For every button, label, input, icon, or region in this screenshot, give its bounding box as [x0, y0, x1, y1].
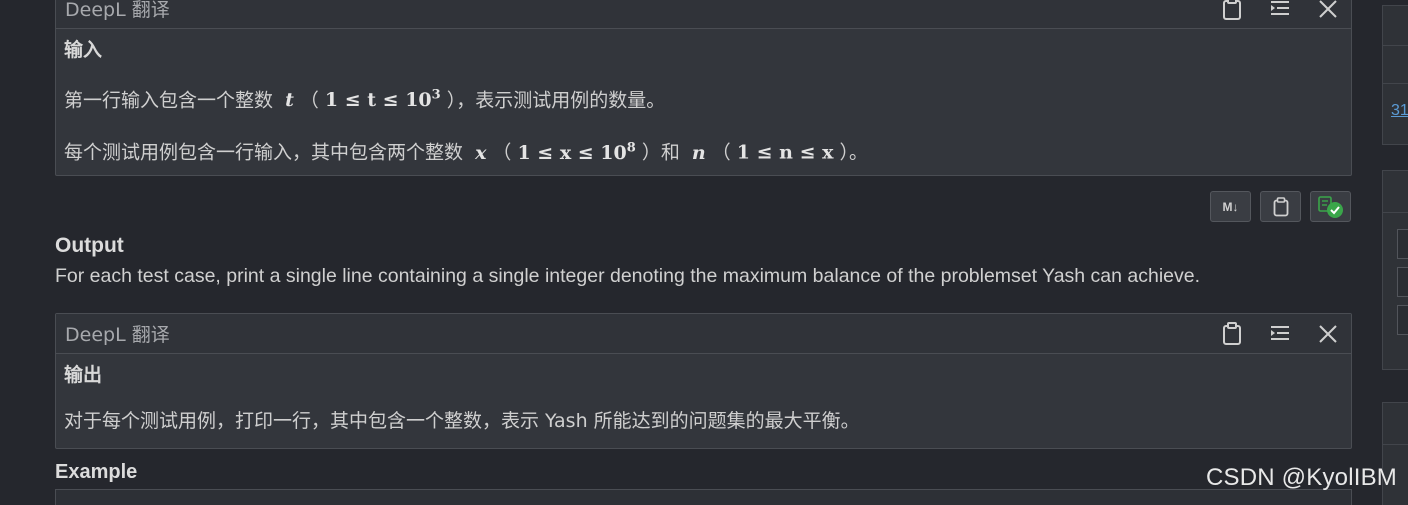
panel-header: DeepL 翻译 [56, 314, 1351, 354]
example-box [55, 489, 1352, 505]
panel-actions [1219, 0, 1341, 22]
math-var: t [285, 89, 294, 112]
input-line-2: 每个测试用例包含一行输入，其中包含两个整数 x （ 1 ≤ x ≤ 108 ）和 … [64, 136, 1343, 164]
text: ），表示测试用例的数量。 [446, 89, 666, 112]
text: ）和 [641, 141, 680, 164]
panel-title: DeepL 翻译 [65, 0, 170, 21]
markdown-label: M↓ [1222, 199, 1239, 214]
input-heading: 输入 [64, 39, 103, 61]
deepl-translation-panel-input: DeepL 翻译 输入 第一行输入包含一个整数 t （ 1 ≤ t ≤ 103 ）… [55, 0, 1352, 176]
paren: （ [299, 89, 319, 112]
panel-body: 输出 对于每个测试用例，打印一行，其中包含一个整数，表示 Yash 所能达到的问… [56, 354, 1351, 441]
math-var: x [475, 141, 487, 164]
output-description: For each test case, print a single line … [55, 265, 1201, 287]
sidebar-card-2 [1382, 170, 1408, 370]
page: DeepL 翻译 输入 第一行输入包含一个整数 t （ 1 ≤ t ≤ 103 ）… [0, 0, 1408, 505]
sidebar-card-1: 31 [1382, 5, 1408, 145]
close-icon[interactable] [1315, 321, 1341, 347]
math-condition: 1 ≤ n ≤ x [736, 141, 834, 164]
text: 第一行输入包含一个整数 [64, 89, 274, 112]
math-sup: 8 [626, 140, 636, 156]
text: ）。 [839, 141, 869, 164]
panel-body: 输入 第一行输入包含一个整数 t （ 1 ≤ t ≤ 103 ），表示测试用例的数… [56, 29, 1351, 173]
math-cond-text: 1 ≤ x ≤ 10 [517, 141, 627, 164]
math-cond-text: 1 ≤ t ≤ 10 [324, 89, 432, 112]
translated-button[interactable] [1310, 191, 1351, 222]
output-heading: Output [55, 234, 124, 257]
paren: （ [711, 141, 731, 164]
output-translation-text: 对于每个测试用例，打印一行，其中包含一个整数，表示 Yash 所能达到的问题集的… [64, 410, 860, 432]
watermark: CSDN @KyolIBM [1206, 464, 1397, 491]
sidebar-field[interactable] [1397, 229, 1408, 259]
paren: （ [492, 141, 512, 164]
input-line-1: 第一行输入包含一个整数 t （ 1 ≤ t ≤ 103 ），表示测试用例的数量。 [64, 84, 1343, 112]
copy-button[interactable] [1260, 191, 1301, 222]
sidebar-card-row [1383, 46, 1408, 84]
sidebar-field[interactable] [1397, 305, 1408, 335]
copy-icon [1273, 196, 1288, 216]
sidebar-card-header [1383, 6, 1408, 46]
markdown-button[interactable]: M↓ [1210, 191, 1251, 222]
panel-actions [1219, 321, 1341, 347]
math-condition: 1 ≤ x ≤ 108 [517, 140, 636, 164]
sidebar-card-header [1383, 171, 1408, 213]
translate-check-icon [1317, 195, 1343, 218]
close-icon[interactable] [1315, 0, 1341, 22]
copy-icon[interactable] [1219, 321, 1245, 347]
text: 每个测试用例包含一行输入，其中包含两个整数 [64, 141, 464, 164]
toolbar: M↓ [1210, 191, 1351, 222]
sidebar-field[interactable] [1397, 267, 1408, 297]
example-heading: Example [55, 461, 138, 483]
math-condition: 1 ≤ t ≤ 103 [324, 88, 441, 112]
collapse-icon[interactable] [1267, 0, 1293, 22]
output-translation-heading: 输出 [64, 364, 103, 386]
collapse-icon[interactable] [1267, 321, 1293, 347]
math-sup: 3 [431, 88, 441, 103]
math-var: n [691, 141, 706, 164]
copy-icon[interactable] [1219, 0, 1245, 22]
sidebar-card-header [1383, 403, 1408, 445]
deepl-translation-panel-output: DeepL 翻译 输出 对于每个测试用例，打印一行，其中包含一个整数，表示 Ya… [55, 313, 1352, 449]
sidebar-link[interactable]: 31 [1383, 84, 1408, 120]
panel-header: DeepL 翻译 [56, 0, 1351, 29]
panel-title: DeepL 翻译 [65, 324, 170, 346]
